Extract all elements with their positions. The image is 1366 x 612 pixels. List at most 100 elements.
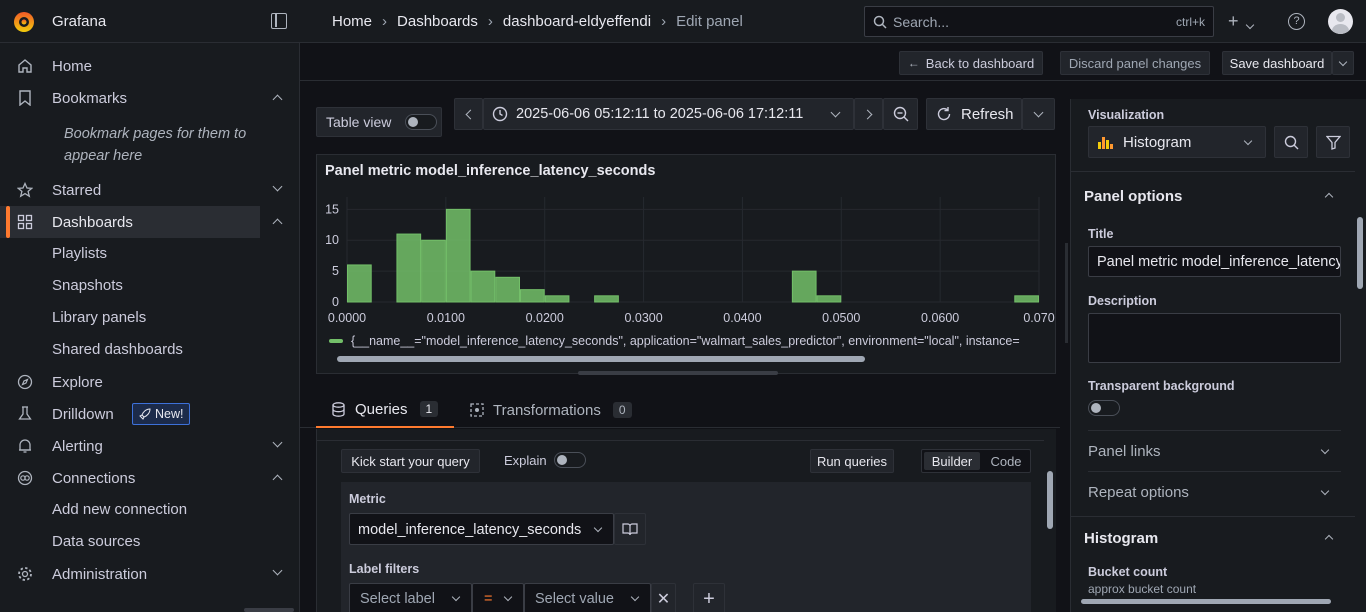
sidebar-item-shared-dashboards[interactable]: Shared dashboards (52, 341, 183, 358)
collapse-icon[interactable] (1324, 534, 1334, 544)
refresh-button[interactable]: Refresh (926, 98, 1022, 130)
histogram-bar[interactable] (421, 239, 446, 303)
expand-icon[interactable] (272, 181, 283, 192)
sidebar-scrollbar[interactable] (244, 608, 294, 612)
run-queries-button[interactable]: Run queries (810, 449, 894, 473)
sidebar-item-administration[interactable]: Administration (0, 558, 283, 590)
help-icon[interactable]: ? (1288, 13, 1305, 30)
options-hscrollbar[interactable] (1081, 599, 1331, 604)
sidebar-item-snapshots[interactable]: Snapshots (52, 277, 123, 294)
metrics-explorer-button[interactable] (614, 513, 646, 545)
zoom-out-button[interactable] (883, 98, 918, 130)
table-view-toggle[interactable]: Table view (316, 107, 442, 137)
tab-transformations[interactable]: Transformations 0 (470, 392, 640, 428)
save-dashboard-button[interactable]: Save dashboard (1222, 51, 1332, 75)
sidebar-item-home[interactable]: Home (0, 50, 260, 82)
tab-queries[interactable]: Queries 1 (316, 392, 454, 428)
panel-title[interactable]: Panel metric model_inference_latency_sec… (325, 163, 655, 179)
histogram-bar[interactable] (544, 295, 570, 303)
code-mode-button[interactable]: Code (982, 452, 1030, 470)
sidebar-item-connections[interactable]: Connections (0, 462, 283, 494)
search-options-button[interactable] (1274, 126, 1308, 158)
panel-resize-handle[interactable] (578, 371, 778, 375)
transparent-switch[interactable] (1088, 400, 1120, 416)
select-value-dropdown[interactable]: Select value (524, 583, 651, 612)
add-new-icon[interactable]: + (1228, 11, 1239, 32)
visualization-picker[interactable]: Histogram (1088, 126, 1266, 158)
expand-icon[interactable] (272, 437, 283, 448)
chevron-down-icon (503, 592, 513, 602)
save-options-button[interactable] (1332, 51, 1354, 75)
repeat-options-header[interactable]: Repeat options (1088, 484, 1189, 501)
discard-changes-button[interactable]: Discard panel changes (1060, 51, 1210, 75)
explain-switch[interactable] (554, 452, 586, 468)
sidebar-item-drilldown[interactable]: Drilldown New! (0, 398, 260, 430)
description-textarea[interactable] (1088, 313, 1341, 363)
histogram-bar[interactable] (495, 276, 521, 303)
breadcrumb-dashboards[interactable]: Dashboards (397, 13, 478, 30)
add-chevron-icon[interactable] (1245, 20, 1255, 30)
back-to-dashboard-button[interactable]: ← Back to dashboard (899, 51, 1043, 75)
sidebar-item-starred[interactable]: Starred (0, 174, 283, 206)
histogram-bar[interactable] (520, 289, 545, 303)
pane-resize-handle[interactable] (1065, 243, 1068, 343)
panel-links-header[interactable]: Panel links (1088, 443, 1161, 460)
breadcrumb-dashboard[interactable]: dashboard-eldyeffendi (503, 13, 651, 30)
histogram-bar[interactable] (470, 270, 496, 303)
expand-icon[interactable] (1320, 445, 1330, 455)
expand-icon[interactable] (1320, 486, 1330, 496)
divider (1088, 430, 1341, 431)
title-input[interactable]: Panel metric model_inference_latency_sec… (1088, 246, 1341, 277)
collapse-icon[interactable] (272, 474, 283, 485)
title-input-value: Panel metric model_inference_latency_sec… (1097, 254, 1341, 270)
sidebar-item-bookmarks[interactable]: Bookmarks (0, 82, 283, 114)
time-back-button[interactable] (454, 98, 483, 130)
options-scrollbar[interactable] (1357, 217, 1363, 289)
description-label: Description (1088, 294, 1157, 308)
metric-select[interactable]: model_inference_latency_seconds (349, 513, 614, 545)
histogram-bar[interactable] (1014, 295, 1039, 303)
sidebar-item-library-panels[interactable]: Library panels (52, 309, 146, 326)
sidebar-item-explore[interactable]: Explore (0, 366, 260, 398)
select-label-placeholder: Select label (360, 591, 435, 607)
collapse-icon[interactable] (272, 94, 283, 105)
sidebar-item-playlists[interactable]: Playlists (52, 245, 107, 262)
expand-icon[interactable] (272, 565, 283, 576)
search-input[interactable]: Search... ctrl+k (864, 6, 1214, 37)
kick-start-button[interactable]: Kick start your query (341, 449, 480, 473)
operator-dropdown[interactable]: = (472, 583, 524, 612)
grafana-logo-icon[interactable] (12, 10, 36, 34)
dock-menu-icon[interactable] (271, 13, 287, 29)
histogram-bar[interactable] (347, 264, 372, 303)
histogram-bar[interactable] (816, 295, 842, 303)
collapse-icon[interactable] (272, 218, 283, 229)
search-icon (1284, 135, 1298, 149)
histogram-bar[interactable] (445, 208, 471, 303)
histogram-chart[interactable]: 0.0000 0.0100 0.0200 0.0300 0.0400 0.0500 0.06… (317, 189, 1055, 329)
panel-options-header[interactable]: Panel options (1084, 188, 1182, 205)
histogram-header[interactable]: Histogram (1084, 530, 1158, 547)
time-range-picker[interactable]: 2025-06-06 05:12:11 to 2025-06-06 17:12:… (483, 98, 854, 130)
refresh-interval-button[interactable] (1022, 98, 1055, 130)
histogram-bar[interactable] (396, 233, 422, 303)
add-filter-button[interactable]: + (693, 583, 725, 612)
select-label-dropdown[interactable]: Select label (349, 583, 472, 612)
histogram-bar[interactable] (594, 295, 619, 303)
breadcrumb-home[interactable]: Home (332, 13, 372, 30)
chart-legend[interactable]: {__name__="model_inference_latency_secon… (329, 333, 1047, 349)
sidebar-item-dashboards[interactable]: Dashboards (0, 206, 283, 238)
builder-mode-button[interactable]: Builder (924, 452, 980, 470)
collapse-icon[interactable] (1324, 192, 1334, 202)
tab-label: Queries (355, 400, 408, 418)
sidebar-item-add-new-connection[interactable]: Add new connection (52, 501, 187, 518)
table-view-switch[interactable] (405, 114, 437, 130)
sidebar-item-alerting[interactable]: Alerting (0, 430, 283, 462)
avatar[interactable] (1328, 9, 1353, 34)
remove-filter-button[interactable]: ✕ (651, 583, 676, 612)
query-scrollbar-thumb[interactable] (1047, 471, 1053, 529)
histogram-bar[interactable] (791, 270, 817, 303)
filter-options-button[interactable] (1316, 126, 1350, 158)
legend-scrollbar[interactable] (337, 356, 865, 362)
time-forward-button[interactable] (854, 98, 883, 130)
sidebar-item-data-sources[interactable]: Data sources (52, 533, 140, 550)
